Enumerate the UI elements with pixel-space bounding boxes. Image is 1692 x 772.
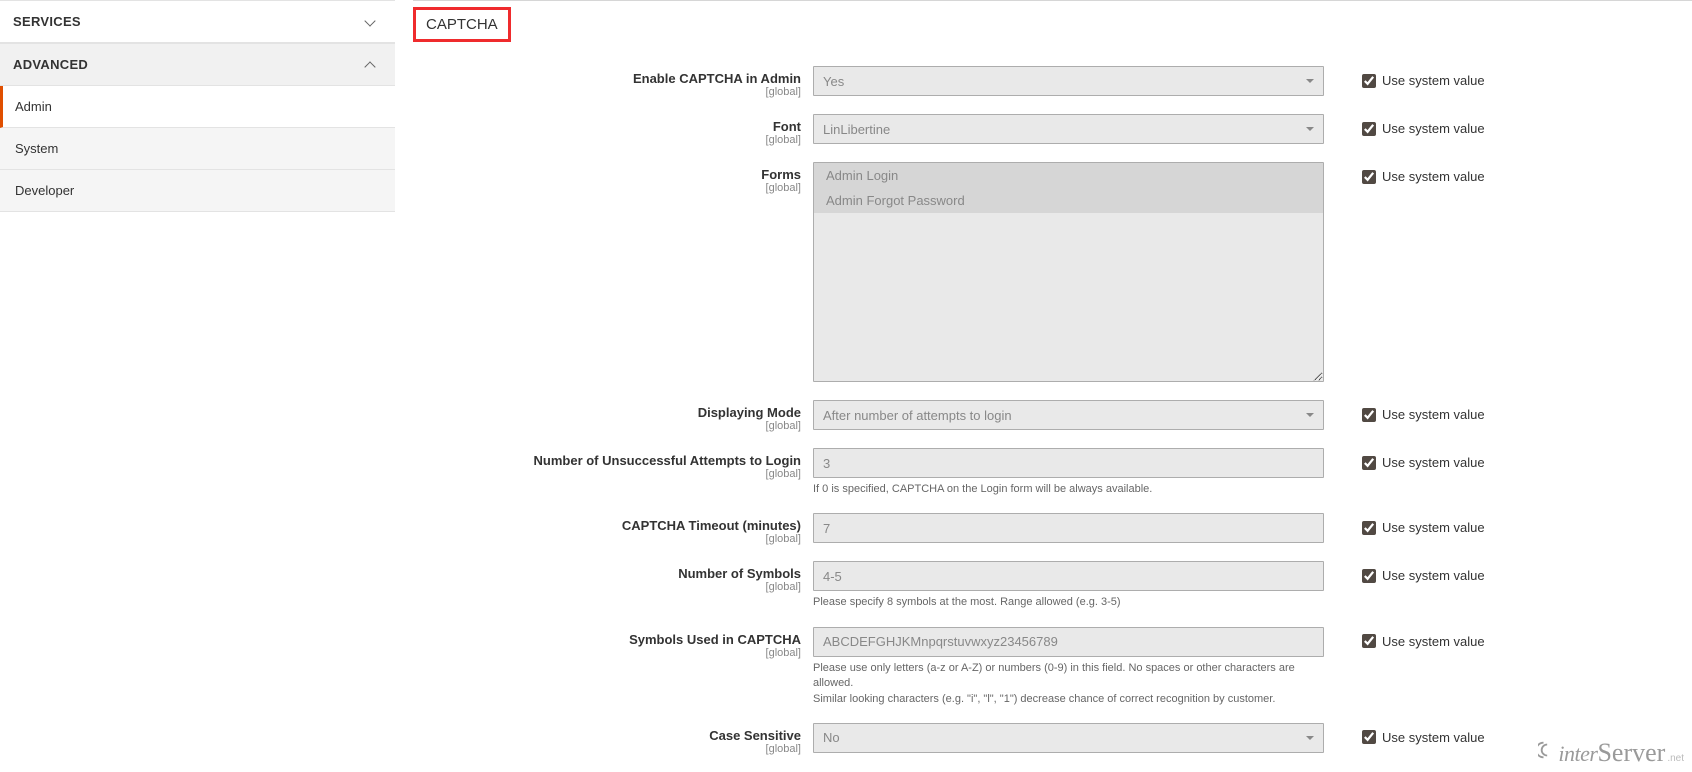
select-value: No	[813, 723, 1324, 753]
font-select[interactable]: LinLibertine	[813, 114, 1324, 144]
sidebar-section-advanced[interactable]: ADVANCED	[0, 43, 395, 86]
field-case-sensitive: Case Sensitive [global] No Use system va…	[413, 723, 1672, 755]
sidebar: SERVICES ADVANCED Admin System Developer	[0, 0, 395, 771]
displaying-mode-select[interactable]: After number of attempts to login	[813, 400, 1324, 430]
field-label: Font	[773, 119, 801, 134]
field-enable-captcha: Enable CAPTCHA in Admin [global] Yes Use…	[413, 66, 1672, 98]
field-scope: [global]	[413, 533, 801, 545]
sysval-label[interactable]: Use system value	[1382, 730, 1485, 745]
field-label: Forms	[761, 167, 801, 182]
sidebar-section-label: SERVICES	[13, 14, 81, 29]
field-scope: [global]	[413, 134, 801, 146]
field-scope: [global]	[413, 182, 801, 194]
field-scope: [global]	[413, 647, 801, 659]
select-value: Yes	[813, 66, 1324, 96]
sysval-checkbox[interactable]	[1362, 170, 1376, 184]
resize-handle-icon[interactable]	[1310, 368, 1322, 380]
sysval-label[interactable]: Use system value	[1382, 634, 1485, 649]
select-value: LinLibertine	[813, 114, 1324, 144]
field-symbols: Symbols Used in CAPTCHA [global] Please …	[413, 627, 1672, 707]
sidebar-item-label: Developer	[15, 183, 74, 198]
sysval-checkbox[interactable]	[1362, 634, 1376, 648]
sysval-checkbox[interactable]	[1362, 408, 1376, 422]
field-scope: [global]	[413, 86, 801, 98]
field-scope: [global]	[413, 420, 801, 432]
symbols-input[interactable]	[813, 627, 1324, 657]
field-timeout: CAPTCHA Timeout (minutes) [global] Use s…	[413, 513, 1672, 545]
sysval-label[interactable]: Use system value	[1382, 407, 1485, 422]
field-label: Case Sensitive	[709, 728, 801, 743]
field-scope: [global]	[413, 581, 801, 593]
field-label: Enable CAPTCHA in Admin	[633, 71, 801, 86]
timeout-input[interactable]	[813, 513, 1324, 543]
sysval-checkbox[interactable]	[1362, 122, 1376, 136]
sysval-label[interactable]: Use system value	[1382, 568, 1485, 583]
field-forms: Forms [global] Admin Login Admin Forgot …	[413, 162, 1672, 382]
sidebar-section-label: ADVANCED	[13, 57, 88, 72]
sidebar-items: Admin System Developer	[0, 86, 395, 212]
sidebar-section-services[interactable]: SERVICES	[0, 0, 395, 43]
field-symbol-count: Number of Symbols [global] Please specif…	[413, 561, 1672, 610]
field-scope: [global]	[413, 743, 801, 755]
sysval-checkbox[interactable]	[1362, 456, 1376, 470]
chevron-up-icon	[365, 59, 377, 71]
sysval-label[interactable]: Use system value	[1382, 169, 1485, 184]
forms-option[interactable]: Admin Login	[814, 163, 1323, 188]
field-label: Number of Symbols	[678, 566, 801, 581]
main-content: CAPTCHA Enable CAPTCHA in Admin [global]…	[395, 0, 1692, 771]
field-attempts: Number of Unsuccessful Attempts to Login…	[413, 448, 1672, 497]
sysval-checkbox[interactable]	[1362, 74, 1376, 88]
field-label: Symbols Used in CAPTCHA	[629, 632, 801, 647]
symbol-count-input[interactable]	[813, 561, 1324, 591]
forms-option[interactable]: Admin Forgot Password	[814, 188, 1323, 213]
case-sensitive-select[interactable]: No	[813, 723, 1324, 753]
field-note: If 0 is specified, CAPTCHA on the Login …	[813, 482, 1324, 497]
sysval-checkbox[interactable]	[1362, 730, 1376, 744]
chevron-down-icon	[365, 16, 377, 28]
enable-captcha-select[interactable]: Yes	[813, 66, 1324, 96]
field-label: Displaying Mode	[698, 405, 801, 420]
attempts-input[interactable]	[813, 448, 1324, 478]
sidebar-item-label: System	[15, 141, 58, 156]
section-title-captcha: CAPTCHA	[413, 7, 511, 42]
sidebar-item-label: Admin	[15, 99, 52, 114]
sidebar-item-developer[interactable]: Developer	[0, 170, 395, 212]
forms-listbox[interactable]: Admin Login Admin Forgot Password	[813, 162, 1324, 382]
field-font: Font [global] LinLibertine Use system va…	[413, 114, 1672, 146]
sysval-label[interactable]: Use system value	[1382, 520, 1485, 535]
sidebar-item-admin[interactable]: Admin	[0, 86, 395, 128]
field-note: Please specify 8 symbols at the most. Ra…	[813, 595, 1324, 610]
sysval-label[interactable]: Use system value	[1382, 73, 1485, 88]
field-note: Please use only letters (a-z or A-Z) or …	[813, 661, 1324, 707]
sysval-label[interactable]: Use system value	[1382, 121, 1485, 136]
sysval-label[interactable]: Use system value	[1382, 455, 1485, 470]
sidebar-item-system[interactable]: System	[0, 128, 395, 170]
field-label: CAPTCHA Timeout (minutes)	[622, 518, 801, 533]
field-scope: [global]	[413, 468, 801, 480]
sysval-checkbox[interactable]	[1362, 569, 1376, 583]
field-label: Number of Unsuccessful Attempts to Login	[534, 453, 801, 468]
sysval-checkbox[interactable]	[1362, 521, 1376, 535]
field-displaying-mode: Displaying Mode [global] After number of…	[413, 400, 1672, 432]
select-value: After number of attempts to login	[813, 400, 1324, 430]
